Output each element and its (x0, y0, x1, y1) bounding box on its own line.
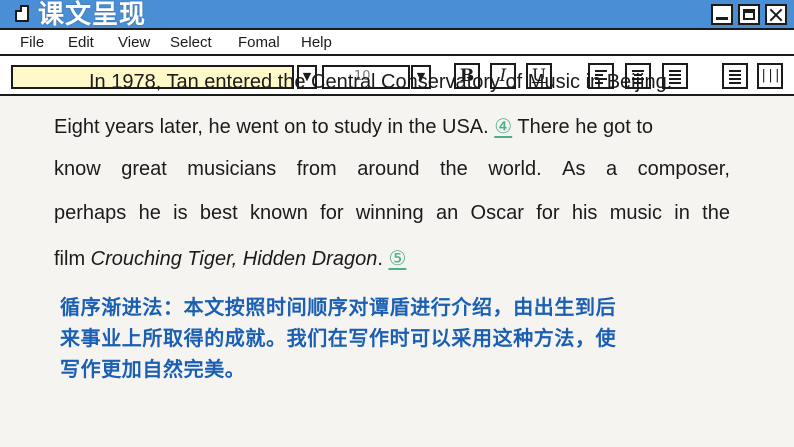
text-line-3: know great musicians from around the wor… (54, 158, 730, 181)
editor-window: 课文呈现 File Edit View Select Fomal Help ▼ … (0, 0, 794, 447)
document-body: Eight years later, he went on to study i… (0, 96, 794, 447)
word: in (674, 202, 690, 224)
text-line-1: In 1978, Tan entered the Central Conserv… (89, 71, 673, 93)
note-line-1: 循序渐进法：本文按照时间顺序对谭盾进行介绍，由出生到后 (60, 295, 617, 319)
text-line-5-a: film (54, 248, 86, 270)
text-line-2-b: There he got to (517, 116, 654, 138)
maximize-button[interactable] (738, 4, 760, 25)
word: music (609, 202, 662, 224)
word: world. (488, 158, 542, 180)
word: best (199, 202, 238, 224)
word: the (440, 158, 468, 180)
word: musicians (187, 158, 277, 180)
word: a (606, 158, 618, 180)
word: great (121, 158, 167, 180)
bullet-list-icon[interactable] (722, 63, 748, 89)
menu-select[interactable]: Select (170, 34, 212, 51)
word: perhaps (54, 202, 127, 224)
text-line-2: Eight years later, he went on to study i… (54, 114, 653, 139)
marker-4: ④ (494, 114, 513, 138)
menu-bar: File Edit View Select Fomal Help (0, 30, 794, 56)
word: composer, (637, 158, 730, 180)
word: the (702, 202, 730, 224)
title-bar: 课文呈现 (0, 0, 794, 30)
word: he (138, 202, 161, 224)
text-line-5: film Crouching Tiger, Hidden Dragon. ⑤ (54, 246, 406, 271)
period: . (377, 248, 383, 270)
word: an (435, 202, 459, 224)
word: around (357, 158, 420, 180)
menu-edit[interactable]: Edit (68, 34, 94, 51)
note-line-3: 写作更加自然完美。 (60, 357, 246, 381)
marker-5: ⑤ (388, 246, 407, 270)
word: is (173, 202, 188, 224)
menu-format[interactable]: Fomal (238, 34, 280, 51)
document-icon (15, 5, 29, 22)
menu-file[interactable]: File (20, 34, 44, 51)
minimize-button[interactable] (711, 4, 733, 25)
close-button[interactable] (765, 4, 787, 25)
text-line-4: perhaps he is best known for winning an … (54, 202, 730, 225)
window-title: 课文呈现 (38, 0, 147, 30)
word: know (54, 158, 101, 180)
note-line-2: 来事业上所取得的成就。我们在写作时可以采用这种方法，使 (60, 326, 617, 350)
menu-view[interactable]: View (118, 34, 150, 51)
film-title: Crouching Tiger, Hidden Dragon (90, 248, 378, 270)
word: for (320, 202, 344, 224)
word: Oscar (470, 202, 524, 224)
word: known (250, 202, 308, 224)
columns-icon[interactable]: ||| (757, 63, 783, 89)
word: winning (355, 202, 424, 224)
text-line-2-a: Eight years later, he went on to study i… (54, 116, 489, 138)
word: from (296, 158, 337, 180)
menu-help[interactable]: Help (301, 34, 332, 51)
word: for (536, 202, 560, 224)
word: his (571, 202, 598, 224)
word: As (562, 158, 586, 180)
